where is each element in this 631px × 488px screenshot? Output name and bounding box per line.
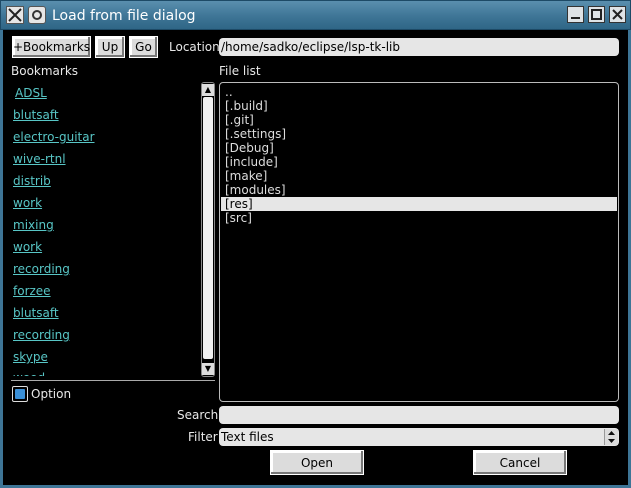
add-bookmark-button[interactable]: +Bookmarks	[12, 36, 91, 58]
search-input[interactable]	[219, 406, 619, 424]
bookmark-item[interactable]: work	[13, 240, 42, 254]
close-icon[interactable]	[609, 6, 626, 23]
file-item[interactable]: [.build]	[221, 99, 617, 113]
divider	[11, 380, 215, 381]
location-input[interactable]: /home/sadko/eclipse/lsp-tk-lib	[219, 38, 619, 56]
window-title: Load from file dialog	[52, 8, 196, 24]
filter-select[interactable]: Text files	[219, 428, 619, 446]
file-item[interactable]: [Debug]	[221, 141, 617, 155]
title-bar: Load from file dialog	[0, 0, 631, 30]
minimize-icon[interactable]	[567, 6, 584, 23]
go-button[interactable]: Go	[129, 36, 158, 58]
select-arrows-icon[interactable]	[604, 429, 618, 445]
location-label: Location	[169, 40, 220, 54]
file-item[interactable]: [.settings]	[221, 127, 617, 141]
option-checkbox[interactable]	[12, 386, 28, 402]
bookmarks-list: ADSL blutsaft electro-guitar wive-rtnl d…	[0, 82, 200, 376]
filter-value: Text files	[221, 430, 274, 444]
scroll-up-icon[interactable]: ▲	[202, 84, 214, 96]
app-icon[interactable]	[6, 6, 24, 24]
bookmark-item[interactable]: wood	[13, 371, 45, 376]
file-list[interactable]: .. [.build] [.git] [.settings] [Debug] […	[219, 82, 619, 402]
bookmark-item[interactable]: mixing	[13, 218, 54, 232]
file-item[interactable]: ..	[221, 85, 617, 99]
bookmark-item[interactable]: work	[13, 196, 42, 210]
window-menu-icon[interactable]	[28, 6, 46, 24]
maximize-icon[interactable]	[588, 6, 605, 23]
bookmark-item[interactable]: ADSL	[15, 86, 47, 100]
scroll-down-icon[interactable]: ▼	[202, 363, 214, 375]
bookmark-item[interactable]: recording	[13, 262, 70, 276]
search-label: Search	[177, 408, 219, 422]
file-item[interactable]: [make]	[221, 169, 617, 183]
file-list-label: File list	[219, 64, 261, 78]
cancel-button[interactable]: Cancel	[473, 450, 567, 475]
file-item[interactable]: [.git]	[221, 113, 617, 127]
scrollbar-thumb[interactable]	[203, 97, 213, 359]
file-item[interactable]: [modules]	[221, 183, 617, 197]
bookmark-item[interactable]: blutsaft	[13, 108, 59, 122]
file-item[interactable]: [include]	[221, 155, 617, 169]
file-item[interactable]: [src]	[221, 211, 617, 225]
option-label: Option	[31, 387, 72, 401]
bookmarks-label: Bookmarks	[11, 64, 79, 78]
up-button[interactable]: Up	[95, 36, 125, 58]
bookmark-item[interactable]: electro-guitar	[13, 130, 95, 144]
open-button[interactable]: Open	[270, 450, 364, 475]
file-item-selected[interactable]: [res]	[221, 197, 617, 211]
bookmark-item[interactable]: skype	[13, 350, 48, 364]
bookmark-item[interactable]: recording	[13, 328, 70, 342]
bookmark-item[interactable]: blutsaft	[13, 306, 59, 320]
bookmark-item[interactable]: distrib	[13, 174, 51, 188]
filter-label: Filter	[188, 430, 218, 444]
bookmark-item[interactable]: wive-rtnl	[13, 152, 66, 166]
bookmark-item[interactable]: forzee	[13, 284, 51, 298]
